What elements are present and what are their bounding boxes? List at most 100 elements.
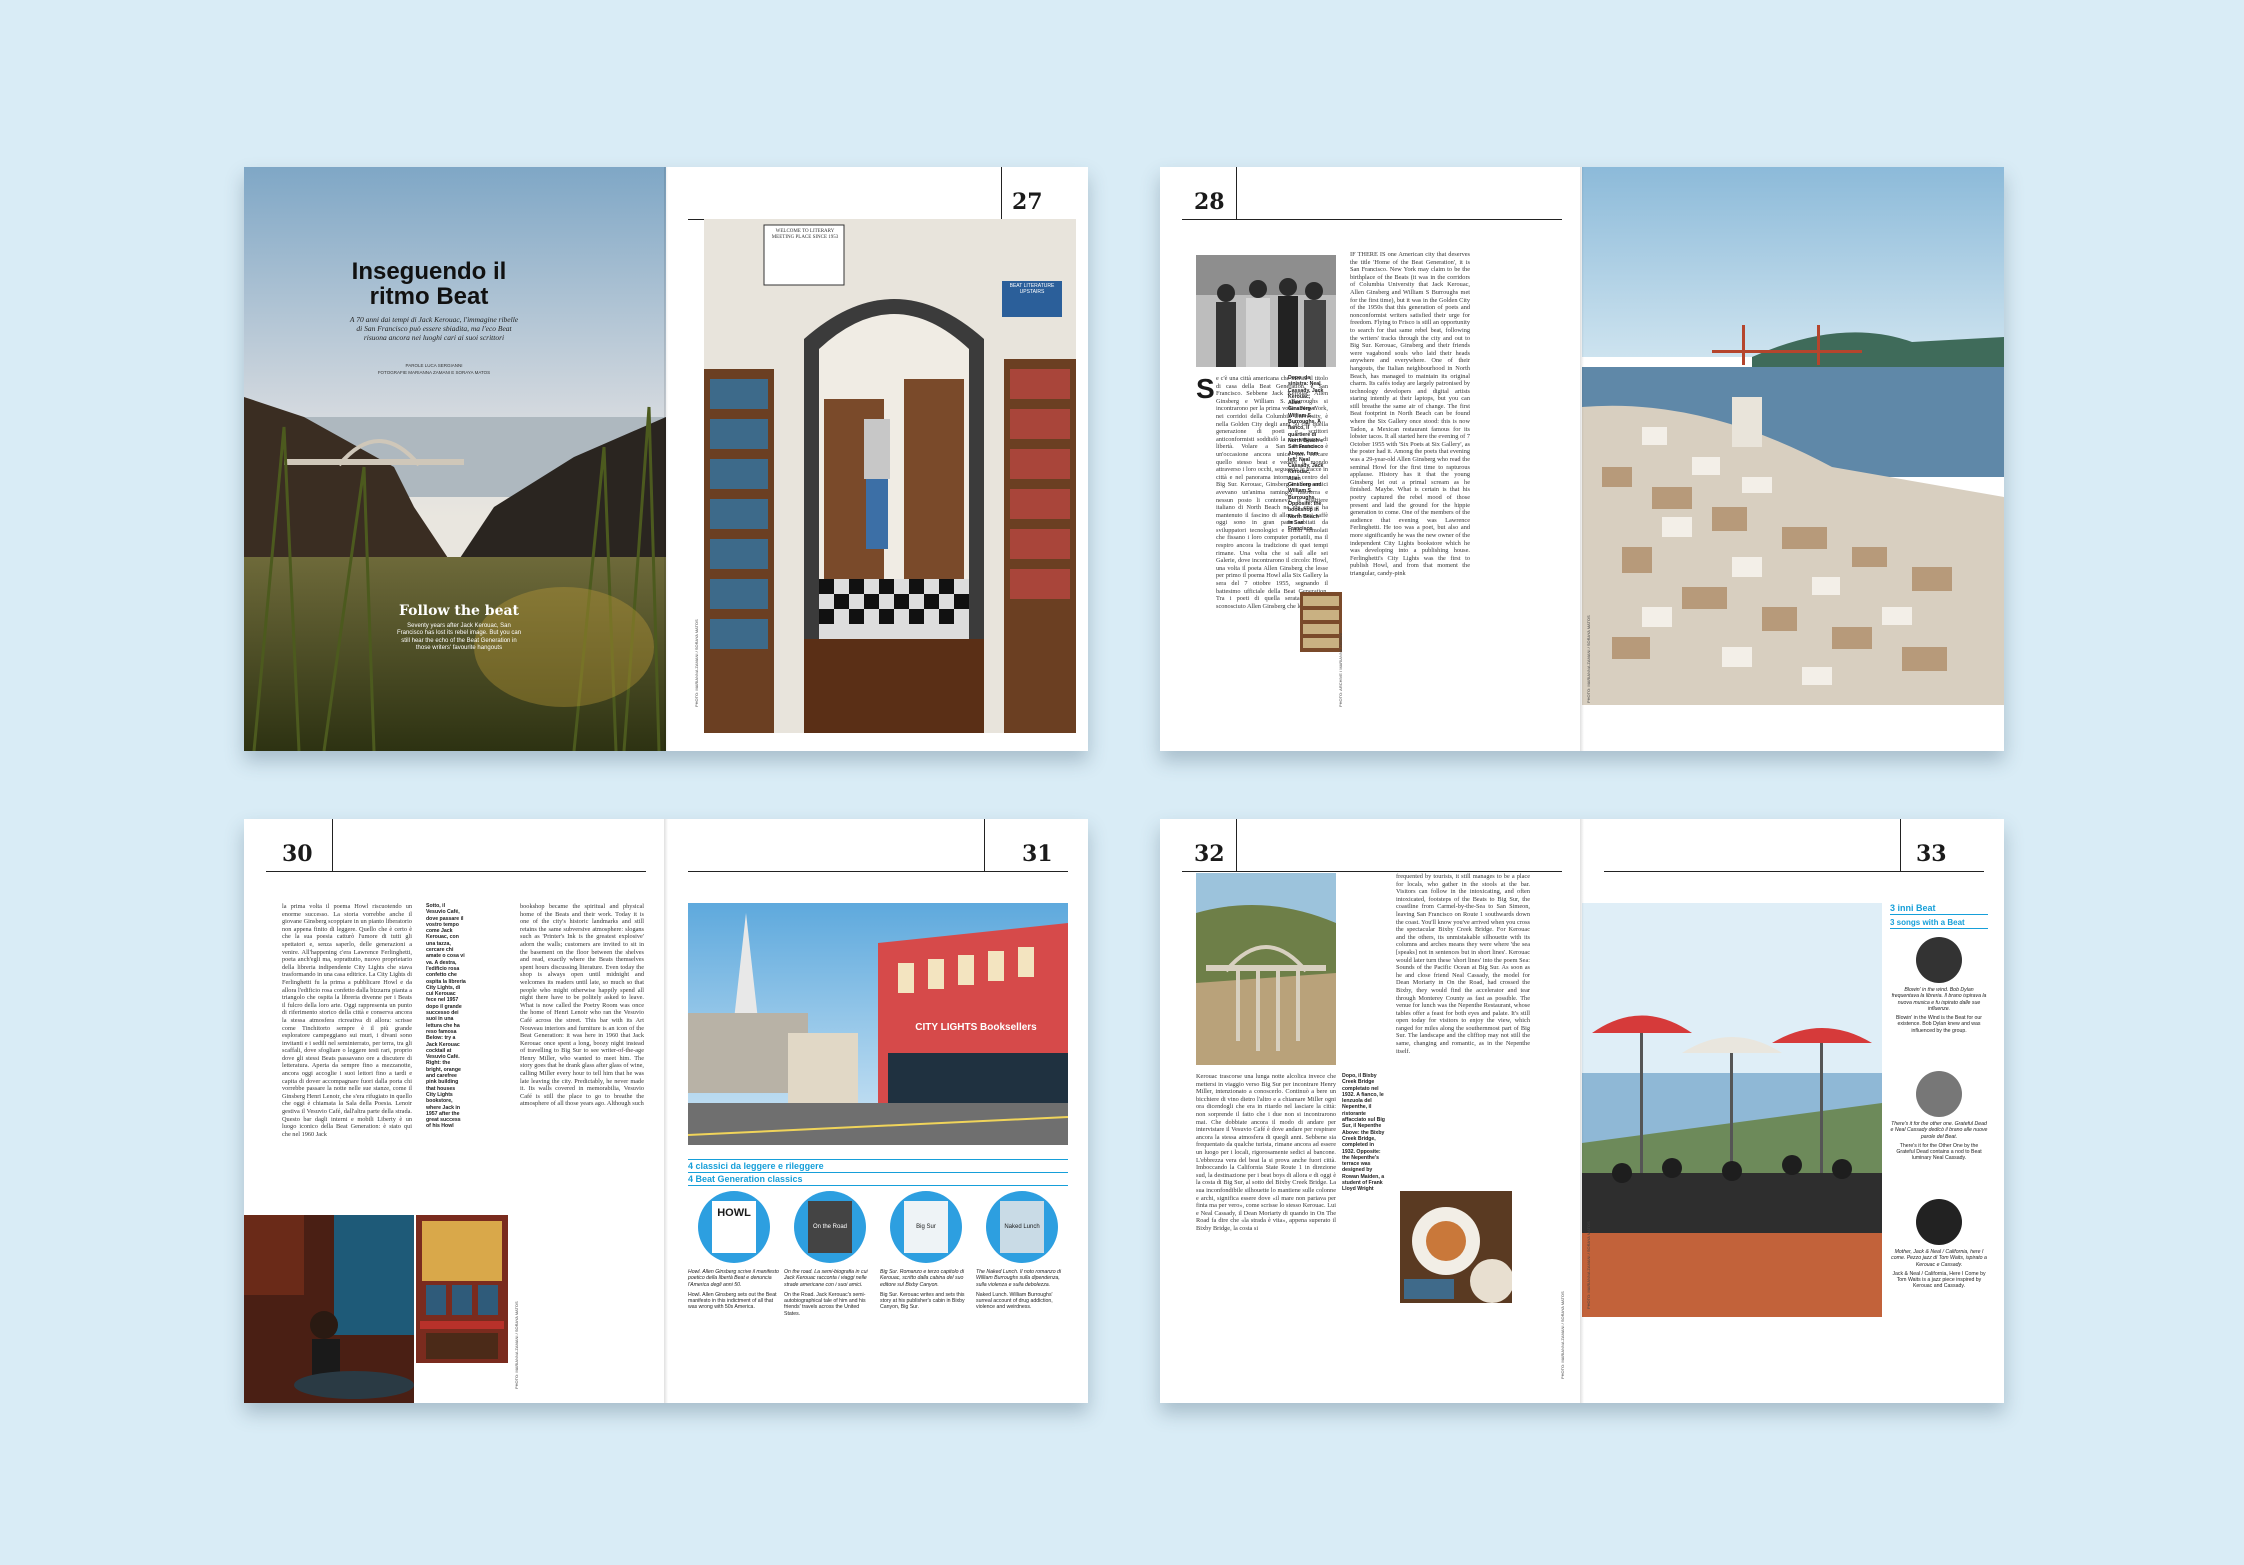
spread-pages-32-33: 32 Kerouac trascorse una lunga notte alc… bbox=[1160, 819, 2004, 1403]
page-number-tick bbox=[332, 819, 333, 871]
dropcap: S bbox=[1196, 373, 1215, 404]
dek: A 70 anni dai tempi di Jack Kerouac, l'i… bbox=[349, 315, 519, 342]
body-en: frequented by tourists, it still manages… bbox=[1396, 873, 1530, 1055]
bob-dylan-portrait bbox=[1916, 937, 1962, 983]
vesuvio-cafe-illustration bbox=[244, 1215, 414, 1403]
sign-welcome: WELCOME TO LITERARY MEETING PLACE SINCE … bbox=[771, 229, 839, 240]
page-number: 33 bbox=[1916, 841, 1947, 867]
song-3: Mother, Jack & Neal / California, here I… bbox=[1890, 1199, 1988, 1290]
body-en-page-30: bookshop became the spiritual and physic… bbox=[520, 903, 644, 1108]
book-cover-title: On the Road bbox=[808, 1201, 852, 1253]
spread-pages-26-27: Inseguendo il ritmo Beat A 70 anni dai t… bbox=[244, 167, 1088, 751]
header-rule bbox=[1182, 871, 1562, 872]
page-number-tick bbox=[1236, 167, 1237, 219]
book-cover-naked-lunch: Naked Lunch bbox=[986, 1191, 1058, 1263]
page-32: 32 Kerouac trascorse una lunga notte alc… bbox=[1160, 819, 1582, 1403]
page-number: 27 bbox=[1012, 189, 1043, 215]
spread-pages-30-31: 30 la prima volta il poema Howl riscuote… bbox=[244, 819, 1088, 1403]
photo-credit: PHOTO: MARIANNA ZAMANI / SORAYA MATOS bbox=[694, 619, 699, 707]
san-francisco-aerial-photo bbox=[1582, 167, 2004, 705]
bixby-creek-bridge-illustration bbox=[1196, 873, 1336, 1065]
box-title-it: 4 classici da leggere e rileggere bbox=[688, 1159, 1068, 1173]
page-number: 30 bbox=[282, 841, 313, 867]
tom-waits-portrait bbox=[1916, 1199, 1962, 1245]
page-number-tick bbox=[984, 819, 985, 871]
bookshelf-small-photo bbox=[1300, 592, 1342, 652]
book-text-it: The Naked Lunch. Il noto romanzo di Will… bbox=[976, 1269, 1062, 1288]
header-rule bbox=[1182, 219, 1562, 220]
book-text-it: On the road. La semi-biografia in cui Ja… bbox=[784, 1269, 868, 1288]
book-2: On the Road On the road. La semi-biograf… bbox=[784, 1191, 876, 1317]
book-3: Big Sur Big Sur. Romanzo e terzo capitol… bbox=[880, 1191, 972, 1311]
song-text-it: There's it for the other one. Grateful D… bbox=[1890, 1121, 1988, 1140]
body-it: Kerouac trascorse una lunga notte alcoli… bbox=[1196, 1073, 1336, 1232]
byline-photos: FOTOGRAFIE MARIANNA ZAMANI E SORAYA MATO… bbox=[377, 370, 491, 375]
follow-text: Seventy years after Jack Kerouac, San Fr… bbox=[396, 623, 522, 652]
cafe-window-illustration bbox=[416, 1215, 508, 1363]
page-27: 27 WELCOME TO LITERARY MEETING PLACE SIN… bbox=[666, 167, 1088, 751]
beat-writers-photo bbox=[1196, 255, 1336, 367]
book-cover-big-sur: Big Sur bbox=[890, 1191, 962, 1263]
header-rule bbox=[1604, 871, 1984, 872]
song-2: There's it for the other one. Grateful D… bbox=[1890, 1071, 1988, 1162]
body-it: la prima volta il poema Howl riscuotendo… bbox=[282, 903, 412, 1138]
body-en: IF THERE IS one American city that deser… bbox=[1350, 251, 1470, 577]
box-title-en: 4 Beat Generation classics bbox=[688, 1173, 1068, 1186]
book-text-en: On the Road. Jack Kerouac's semi-autobio… bbox=[784, 1291, 866, 1317]
san-francisco-aerial-illustration bbox=[1582, 167, 2004, 705]
book-cover-title: HOWL bbox=[712, 1201, 756, 1253]
nepenthe-terrace-illustration bbox=[1582, 903, 1882, 1317]
caption: Dopo, da sinistra: Neal Cassady, Jack Ke… bbox=[1288, 375, 1324, 533]
grateful-dead-portrait bbox=[1916, 1071, 1962, 1117]
bookshop-interior-photo bbox=[704, 219, 1076, 733]
beat-writers-illustration bbox=[1196, 255, 1336, 367]
box-title-it: 3 inni Beat bbox=[1890, 903, 1988, 915]
book-text-it: Big Sur. Romanzo e terzo capitolo di Ker… bbox=[880, 1269, 965, 1288]
bookshelf-illustration bbox=[1303, 596, 1339, 648]
gutter-shadow bbox=[664, 167, 668, 751]
page-31: 31 bookshop became the spiritual and phy… bbox=[666, 819, 1088, 1403]
page-33: 33 3 inni Beat 3 songs with a Beat Blowi… bbox=[1582, 819, 2004, 1403]
photo-credit: PHOTO: MARIANNA ZAMANI / SORAYA MATOS bbox=[1586, 1221, 1591, 1309]
gutter-shadow bbox=[664, 819, 668, 1403]
book-cover-on-the-road: On the Road bbox=[794, 1191, 866, 1263]
header-rule bbox=[688, 871, 1068, 872]
bookstore-sign: CITY LIGHTS Booksellers bbox=[915, 1022, 1037, 1033]
song-1: Blowin' in the wind. Bob Dylan frequenta… bbox=[1890, 937, 1988, 1034]
book-cover-title: Naked Lunch bbox=[1000, 1201, 1044, 1253]
headline: Inseguendo il ritmo Beat bbox=[351, 258, 507, 310]
book-cover-howl: HOWL bbox=[698, 1191, 770, 1263]
spread-pages-28-29: 28 S e c'è una città americana che merit… bbox=[1160, 167, 2004, 751]
photo-credit: PHOTO: MARIANNA ZAMANI / SORAYA MATOS bbox=[1560, 1291, 1565, 1379]
page-number: 31 bbox=[1022, 841, 1053, 867]
page-number-tick bbox=[1001, 167, 1002, 219]
cafe-window-photo bbox=[416, 1215, 508, 1363]
photo-credit: PHOTO: MARIANNA ZAMANI / SORAYA MATOS bbox=[514, 1301, 519, 1389]
page-number-tick bbox=[1236, 819, 1237, 871]
gutter-shadow bbox=[1580, 819, 1584, 1403]
follow-title: Follow the beat bbox=[398, 603, 520, 619]
bixby-creek-bridge-photo bbox=[1196, 873, 1336, 1065]
caption: Sotto, il Vesuvio Café, dove passare il … bbox=[426, 903, 466, 1130]
vesuvio-cafe-photo bbox=[244, 1215, 414, 1403]
book-4: Naked Lunch The Naked Lunch. Il noto rom… bbox=[976, 1191, 1068, 1311]
byline-words: PAROLE LUCA SERGIANNI bbox=[405, 363, 463, 368]
gutter-shadow bbox=[1580, 167, 1584, 751]
header-rule bbox=[266, 871, 646, 872]
food-plate-photo bbox=[1400, 1191, 1512, 1303]
nepenthe-terrace-photo bbox=[1582, 903, 1882, 1317]
photo-credit: PHOTO: ARCHIVE / MARIANNA ZAMANI bbox=[1338, 632, 1343, 707]
page-28: 28 S e c'è una città americana che merit… bbox=[1160, 167, 1582, 751]
page-29: PHOTO: MARIANNA ZAMANI / SORAYA MATOS bbox=[1582, 167, 2004, 751]
book-text-en: Howl. Allen Ginsberg sets out the Beat m… bbox=[688, 1291, 777, 1311]
song-text-en: Jack & Neal / California, Here I Come by… bbox=[1892, 1270, 1986, 1290]
book-text-it: Howl. Allen Ginsberg scrive il manifesto… bbox=[688, 1269, 779, 1288]
sign-beat-literature: BEAT LITERATURE UPSTAIRS bbox=[1009, 283, 1055, 295]
page-26-cover: Inseguendo il ritmo Beat A 70 anni dai t… bbox=[244, 167, 666, 751]
book-1: HOWL Howl. Allen Ginsberg scrive il mani… bbox=[688, 1191, 780, 1311]
box-title-en: 3 songs with a Beat bbox=[1890, 918, 1988, 929]
song-text-it: Blowin' in the wind. Bob Dylan frequenta… bbox=[1891, 987, 1987, 1012]
book-text-en: Naked Lunch. William Burroughs' surreal … bbox=[976, 1291, 1053, 1311]
book-cover-title: Big Sur bbox=[904, 1201, 948, 1253]
song-text-en: There's it for the Other One by the Grat… bbox=[1896, 1142, 1982, 1162]
